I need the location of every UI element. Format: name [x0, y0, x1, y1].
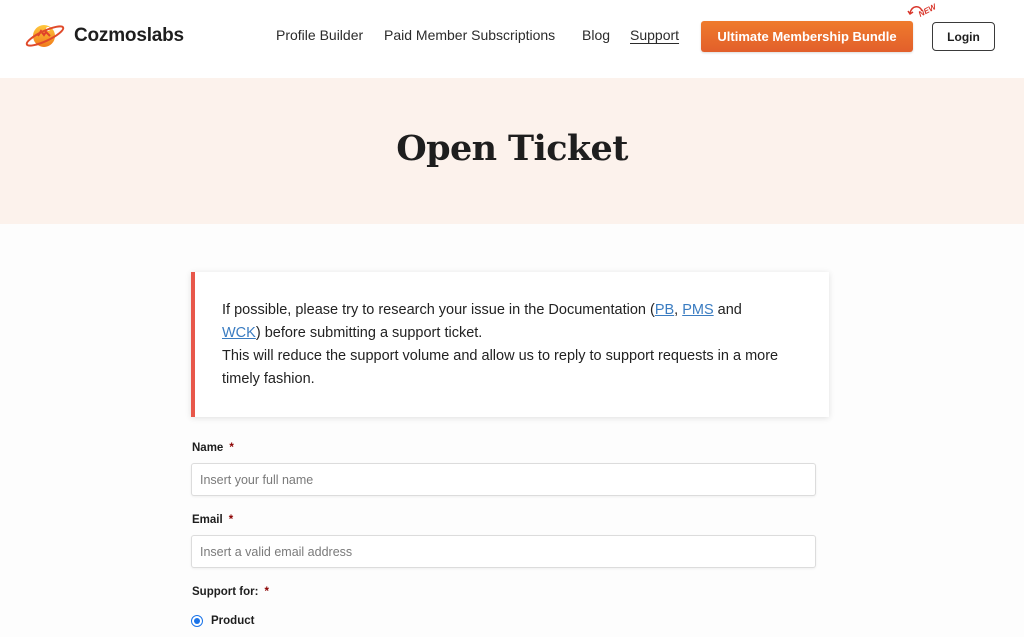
product-radio[interactable] [191, 615, 203, 627]
product-radio-label: Product [211, 615, 255, 627]
site-header: Cozmoslabs Profile Builder Paid Member S… [0, 0, 1024, 78]
name-input[interactable] [191, 463, 816, 496]
brand-name: Cozmoslabs [74, 25, 184, 46]
nav-paid-member-subscriptions[interactable]: Paid Member Subscriptions [384, 27, 555, 43]
brand-logo[interactable]: Cozmoslabs [24, 20, 184, 52]
name-label: Name * [192, 442, 234, 454]
notice-separator: and [713, 302, 742, 318]
support-for-label: Support for: * [192, 586, 269, 598]
ultimate-membership-bundle-button[interactable]: Ultimate Membership Bundle [701, 21, 913, 52]
login-button[interactable]: Login [932, 22, 995, 51]
email-label: Email * [192, 514, 233, 526]
notice-text: If possible, please try to research your… [222, 299, 812, 391]
notice-text-part: ) before submitting a support ticket. [255, 325, 483, 341]
nav-support[interactable]: Support [630, 27, 679, 43]
notice-text-line2: This will reduce the support volume and … [222, 348, 779, 387]
link-pb[interactable]: PB [655, 302, 674, 318]
support-for-label-text: Support for: [192, 586, 259, 598]
notice-separator: , [674, 302, 683, 318]
required-marker: * [264, 586, 269, 598]
page-hero: Open Ticket [0, 78, 1024, 224]
required-marker: * [229, 442, 234, 454]
nav-profile-builder[interactable]: Profile Builder [276, 27, 363, 43]
name-label-text: Name [192, 442, 224, 454]
required-marker: * [228, 514, 234, 526]
support-for-product-option[interactable]: Product [191, 615, 254, 627]
notice-text-part: If possible, please try to research your… [222, 302, 655, 318]
page-title: Open Ticket [396, 128, 628, 169]
planet-logo-icon [25, 25, 65, 47]
documentation-notice: If possible, please try to research your… [191, 272, 829, 417]
email-label-text: Email [192, 514, 223, 526]
nav-blog[interactable]: Blog [582, 27, 610, 43]
email-input[interactable] [191, 535, 816, 568]
link-wck[interactable]: WCK [222, 325, 256, 341]
link-pms[interactable]: PMS [682, 302, 713, 318]
